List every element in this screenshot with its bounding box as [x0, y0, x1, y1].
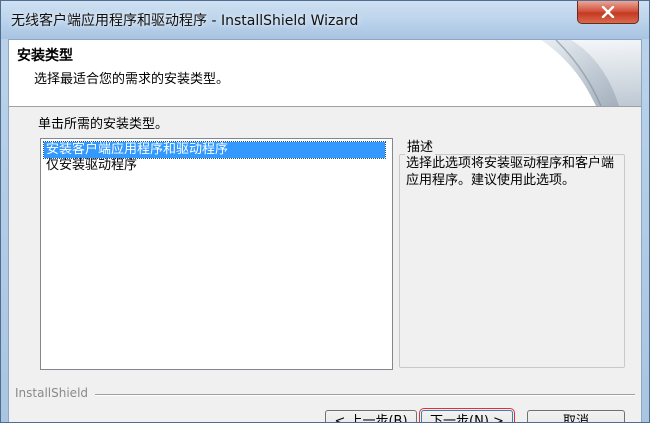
wizard-header: 安装类型 选择最适合您的需求的安装类型。 [9, 40, 641, 107]
next-button[interactable]: 下一步(N) > [421, 410, 513, 422]
wizard-banner-art [541, 40, 641, 106]
description-group: 描述 选择此选项将安装驱动程序和客户端应用程序。建议使用此选项。 [397, 136, 627, 370]
back-button[interactable]: < 上一步(B) [325, 410, 417, 422]
install-type-listbox[interactable]: 安装客户端应用程序和驱动程序 仅安装驱动程序 [40, 138, 393, 370]
install-type-prompt: 单击所需的安装类型。 [38, 117, 169, 132]
dialog-client-area: 安装类型 选择最适合您的需求的安装类型。 单击所需的安装类型。 安装客户端应用程… [8, 39, 642, 422]
close-icon [601, 6, 615, 18]
list-item-driver-only[interactable]: 仅安装驱动程序 [44, 158, 385, 174]
description-text: 选择此选项将安装驱动程序和客户端应用程序。建议使用此选项。 [406, 156, 615, 188]
cancel-button[interactable]: 取消 [527, 410, 625, 422]
list-item-client-and-driver[interactable]: 安装客户端应用程序和驱动程序 [43, 141, 386, 159]
footer-divider [95, 394, 635, 396]
page-subtitle: 选择最适合您的需求的安装类型。 [34, 72, 230, 87]
installshield-brand: InstallShield [15, 386, 89, 400]
title-bar[interactable]: 无线客户端应用程序和驱动程序 - InstallShield Wizard [1, 1, 649, 39]
page-title: 安装类型 [17, 48, 73, 64]
close-button[interactable] [577, 1, 639, 24]
window-title: 无线客户端应用程序和驱动程序 - InstallShield Wizard [11, 13, 359, 29]
description-label: 描述 [405, 136, 436, 155]
installer-window: 无线客户端应用程序和驱动程序 - InstallShield Wizard 安装… [0, 0, 650, 423]
